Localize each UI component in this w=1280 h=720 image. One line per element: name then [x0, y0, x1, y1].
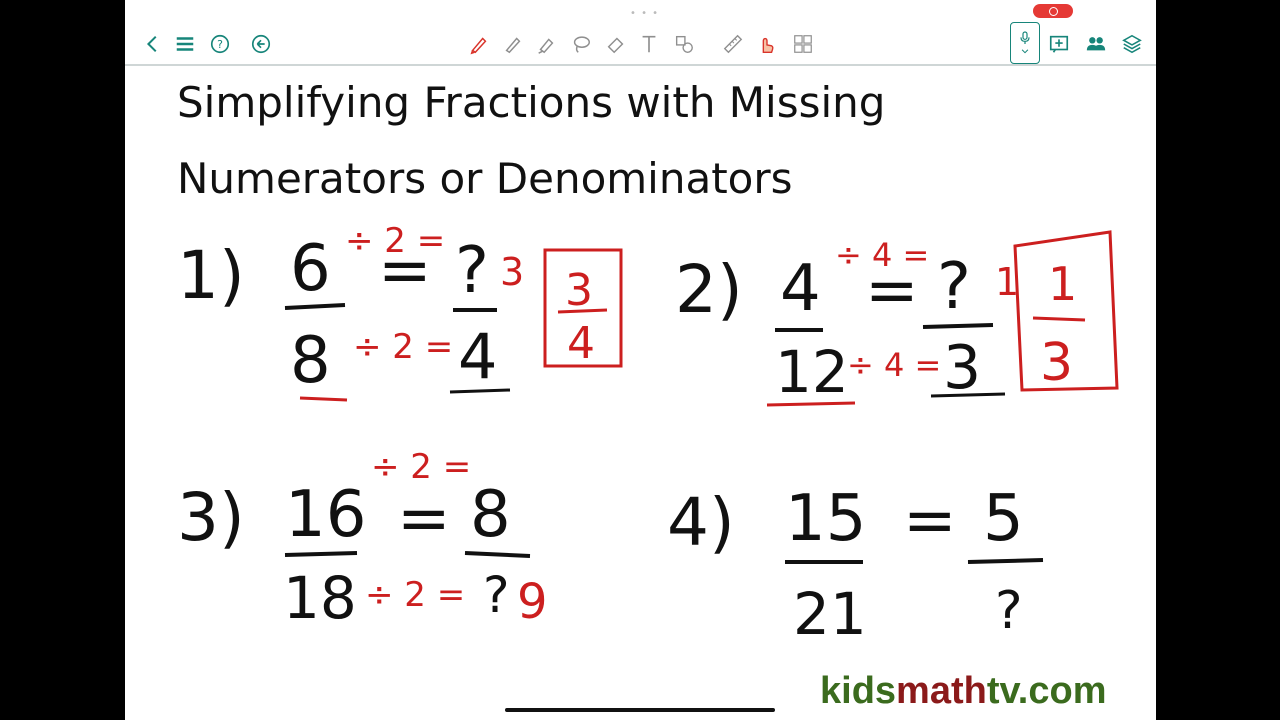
- answer-denominator: 4: [567, 318, 595, 369]
- problem-label: 1): [177, 237, 245, 314]
- fraction-numerator: 16: [285, 478, 366, 552]
- fraction-denominator: ?: [995, 581, 1023, 641]
- fraction-denominator: 8: [290, 324, 331, 398]
- answer-numerator: 3: [565, 265, 593, 316]
- division-note-top: ÷ 4 =: [835, 236, 929, 274]
- answer-numerator: 1: [1048, 257, 1077, 311]
- answer-denominator: 3: [1040, 333, 1073, 393]
- fraction-denominator: ?: [483, 566, 510, 624]
- problem-1: 1) 6 8 = ? 4 ÷ 2 = ÷ 2 = 3 3 4: [177, 221, 623, 402]
- division-note-top: ÷ 2 =: [371, 447, 471, 487]
- fraction-numerator: 6: [290, 232, 331, 306]
- brand-logo: kidsmathtv.com: [820, 670, 1107, 712]
- handwriting-layer: 1) 6 8 = ? 4 ÷ 2 = ÷ 2 = 3 3 4 2) 4 12 =…: [177, 221, 1119, 648]
- division-note-bottom: ÷ 2 =: [365, 575, 465, 615]
- division-note-bottom: ÷ 4 =: [847, 346, 941, 384]
- side-note: 3: [500, 250, 524, 294]
- answer-bar: [1032, 316, 1086, 322]
- underline: [299, 396, 348, 402]
- problem-2: 2) 4 12 = ? 3 ÷ 4 = ÷ 4 = 1 1 3: [675, 230, 1119, 407]
- fraction-numerator: 5: [983, 482, 1024, 556]
- whiteboard-canvas[interactable]: • • • ? Simplifying Fractions with Missi…: [125, 0, 1156, 720]
- side-note: 9: [517, 574, 548, 630]
- home-indicator[interactable]: [505, 708, 775, 712]
- fraction-bar: [922, 323, 994, 329]
- problem-label: 2): [675, 251, 743, 328]
- fraction-denominator: 3: [943, 333, 981, 403]
- fraction-numerator: 4: [780, 252, 821, 326]
- underline: [449, 388, 511, 394]
- division-note-top: ÷ 2 =: [345, 221, 445, 261]
- equals-sign: =: [397, 482, 451, 556]
- fraction-denominator: 21: [793, 580, 867, 648]
- fraction-numerator: 15: [785, 482, 866, 556]
- answer-bar: [557, 308, 608, 314]
- underline: [930, 392, 1006, 398]
- fraction-numerator: ?: [455, 234, 489, 308]
- problem-4: 4) 15 21 = 5 ?: [667, 482, 1044, 648]
- problem-label: 4): [667, 484, 735, 561]
- fraction-bar: [967, 558, 1044, 564]
- problem-3: 3) 16 18 = 8 ? ÷ 2 = ÷ 2 = 9: [177, 447, 548, 632]
- equals-sign: =: [903, 484, 957, 558]
- underline: [766, 401, 856, 407]
- problem-label: 3): [177, 479, 245, 556]
- fraction-numerator: 8: [470, 478, 511, 552]
- fraction-denominator: 18: [283, 564, 357, 632]
- fraction-denominator: 4: [458, 320, 497, 393]
- division-note-bottom: ÷ 2 =: [353, 327, 453, 367]
- fraction-bar: [464, 551, 531, 558]
- fraction-numerator: ?: [937, 250, 971, 324]
- fraction-bar: [284, 551, 358, 557]
- fraction-denominator: 12: [775, 338, 849, 406]
